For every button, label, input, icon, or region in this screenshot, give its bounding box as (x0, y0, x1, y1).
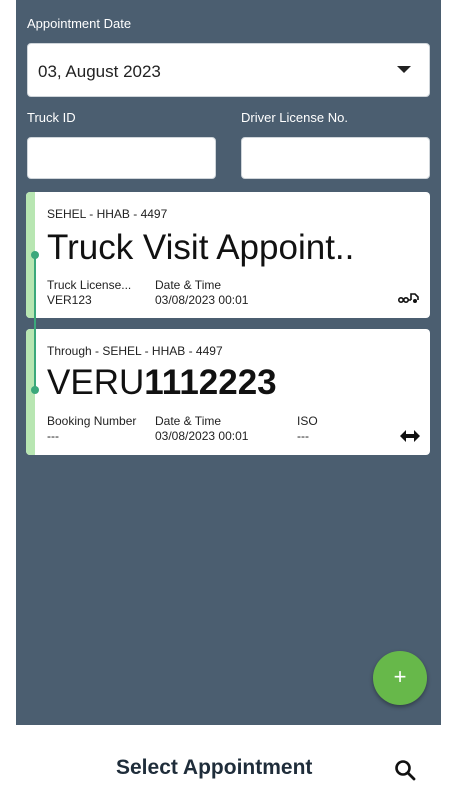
container-prefix: VERU (47, 363, 145, 402)
appointment-date-label: Appointment Date (27, 16, 132, 31)
truck-id-label: Truck ID (27, 110, 76, 125)
add-appointment-button[interactable]: + (373, 651, 427, 705)
two-way-arrow-icon (400, 429, 420, 447)
card-title: Truck Visit Appoint.. (47, 228, 355, 267)
booking-number-label: Booking Number (47, 414, 137, 428)
search-icon[interactable] (394, 759, 416, 786)
appointment-date-value: 03, August 2023 (38, 62, 161, 81)
appointment-screen: Appointment Date 03, August 2023 Truck I… (16, 0, 441, 796)
bottom-bar-title: Select Appointment (116, 756, 313, 779)
appointment-card-truck-visit[interactable]: SEHEL - HHAB - 4497 Truck Visit Appoint.… (26, 192, 430, 318)
truck-trailer-icon (397, 290, 420, 309)
chevron-down-icon (397, 66, 411, 73)
datetime-label: Date & Time (155, 414, 222, 428)
container-number: 1112223 (144, 363, 277, 402)
bottom-bar: Select Appointment (16, 725, 441, 796)
iso-label: ISO (297, 414, 318, 428)
datetime-value: 03/08/2023 00:01 (155, 429, 249, 443)
appointment-card-container[interactable]: Through - SEHEL - HHAB - 4497 VERU111222… (26, 329, 430, 455)
truck-license-value: VER123 (47, 293, 92, 307)
truck-id-input[interactable] (27, 137, 216, 179)
card-title: VERU1112223 (47, 363, 277, 403)
iso-value: --- (297, 429, 309, 443)
datetime-label: Date & Time (155, 278, 222, 292)
appointment-date-dropdown[interactable]: 03, August 2023 (27, 43, 430, 97)
driver-license-input[interactable] (241, 137, 430, 179)
card-header: Through - SEHEL - HHAB - 4497 (47, 344, 223, 358)
driver-license-label: Driver License No. (241, 110, 348, 125)
timeline-connector (34, 255, 36, 390)
truck-license-label: Truck License... (47, 278, 132, 292)
timeline-dot (31, 386, 39, 394)
booking-number-value: --- (47, 429, 59, 443)
card-header: SEHEL - HHAB - 4497 (47, 207, 168, 221)
datetime-value: 03/08/2023 00:01 (155, 293, 249, 307)
timeline-dot (31, 251, 39, 259)
